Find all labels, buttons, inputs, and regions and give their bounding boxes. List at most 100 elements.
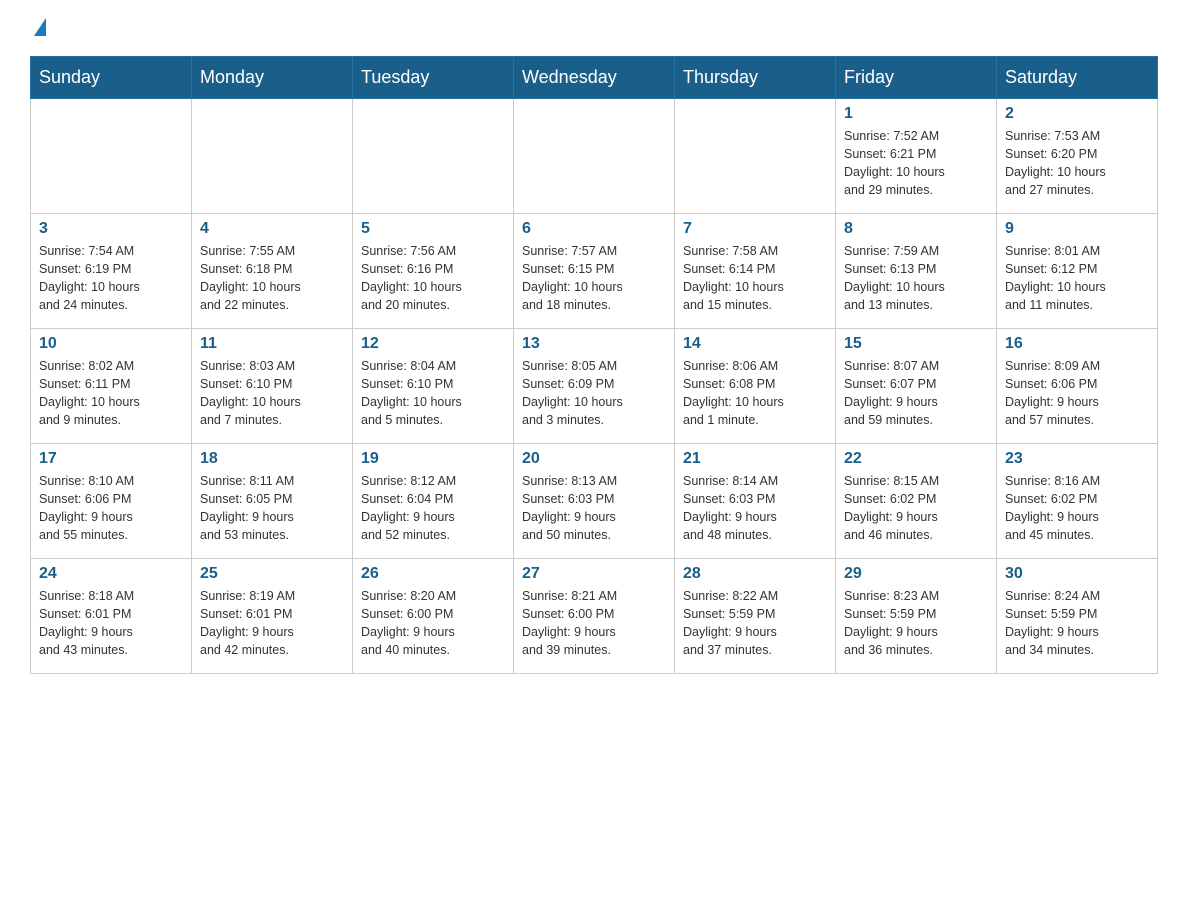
table-cell: 16Sunrise: 8:09 AM Sunset: 6:06 PM Dayli… (997, 329, 1158, 444)
day-number: 1 (844, 105, 988, 123)
day-number: 29 (844, 565, 988, 583)
table-cell: 22Sunrise: 8:15 AM Sunset: 6:02 PM Dayli… (836, 444, 997, 559)
table-cell: 26 Sunrise: 8:20 AM Sunset: 6:00 PM Dayli… (353, 559, 514, 674)
day-info: Sunrise: 8:07 AM Sunset: 6:07 PM Dayligh… (844, 357, 988, 430)
week-row-2: 3 Sunrise: 7:54 AM Sunset: 6:19 PM Daylig… (31, 214, 1158, 329)
day-info: Sunrise: 7:56 AM Sunset: 6:16 PM Dayligh… (361, 242, 505, 315)
day-info: Sunrise: 8:13 AM Sunset: 6:03 PM Dayligh… (522, 472, 666, 545)
header-sunday: Sunday (31, 57, 192, 99)
table-cell: 30 Sunrise: 8:24 AM Sunset: 5:59 PM Dayli… (997, 559, 1158, 674)
day-info: Sunrise: 8:23 AM Sunset: 5:59 PM Dayligh… (844, 587, 988, 660)
day-number: 28 (683, 565, 827, 583)
week-row-4: 17Sunrise: 8:10 AM Sunset: 6:06 PM Dayli… (31, 444, 1158, 559)
header-thursday: Thursday (675, 57, 836, 99)
day-info: Sunrise: 8:06 AM Sunset: 6:08 PM Dayligh… (683, 357, 827, 430)
table-cell: 7 Sunrise: 7:58 AM Sunset: 6:14 PM Daylig… (675, 214, 836, 329)
day-number: 2 (1005, 105, 1149, 123)
header-friday: Friday (836, 57, 997, 99)
table-cell: 9Sunrise: 8:01 AM Sunset: 6:12 PM Daylig… (997, 214, 1158, 329)
day-info: Sunrise: 8:03 AM Sunset: 6:10 PM Dayligh… (200, 357, 344, 430)
table-cell: 5 Sunrise: 7:56 AM Sunset: 6:16 PM Daylig… (353, 214, 514, 329)
table-cell: 13 Sunrise: 8:05 AM Sunset: 6:09 PM Dayli… (514, 329, 675, 444)
table-cell: 11 Sunrise: 8:03 AM Sunset: 6:10 PM Dayli… (192, 329, 353, 444)
day-info: Sunrise: 8:16 AM Sunset: 6:02 PM Dayligh… (1005, 472, 1149, 545)
day-number: 23 (1005, 450, 1149, 468)
day-info: Sunrise: 8:21 AM Sunset: 6:00 PM Dayligh… (522, 587, 666, 660)
table-cell (514, 99, 675, 214)
day-number: 13 (522, 335, 666, 353)
calendar-header-row: SundayMondayTuesdayWednesdayThursdayFrid… (31, 57, 1158, 99)
day-number: 16 (1005, 335, 1149, 353)
day-number: 8 (844, 220, 988, 238)
header-saturday: Saturday (997, 57, 1158, 99)
day-info: Sunrise: 7:57 AM Sunset: 6:15 PM Dayligh… (522, 242, 666, 315)
day-info: Sunrise: 8:15 AM Sunset: 6:02 PM Dayligh… (844, 472, 988, 545)
table-cell (192, 99, 353, 214)
day-number: 15 (844, 335, 988, 353)
table-cell: 20 Sunrise: 8:13 AM Sunset: 6:03 PM Dayli… (514, 444, 675, 559)
day-number: 4 (200, 220, 344, 238)
day-info: Sunrise: 8:12 AM Sunset: 6:04 PM Dayligh… (361, 472, 505, 545)
table-cell: 8 Sunrise: 7:59 AM Sunset: 6:13 PM Daylig… (836, 214, 997, 329)
day-number: 24 (39, 565, 183, 583)
day-info: Sunrise: 7:54 AM Sunset: 6:19 PM Dayligh… (39, 242, 183, 315)
day-number: 17 (39, 450, 183, 468)
day-info: Sunrise: 7:52 AM Sunset: 6:21 PM Dayligh… (844, 127, 988, 200)
day-number: 7 (683, 220, 827, 238)
day-info: Sunrise: 8:14 AM Sunset: 6:03 PM Dayligh… (683, 472, 827, 545)
table-cell: 21 Sunrise: 8:14 AM Sunset: 6:03 PM Dayli… (675, 444, 836, 559)
day-info: Sunrise: 8:22 AM Sunset: 5:59 PM Dayligh… (683, 587, 827, 660)
day-info: Sunrise: 8:20 AM Sunset: 6:00 PM Dayligh… (361, 587, 505, 660)
calendar-table: SundayMondayTuesdayWednesdayThursdayFrid… (30, 56, 1158, 674)
page-header (30, 20, 1158, 38)
table-cell: 10 Sunrise: 8:02 AM Sunset: 6:11 PM Dayli… (31, 329, 192, 444)
day-info: Sunrise: 8:02 AM Sunset: 6:11 PM Dayligh… (39, 357, 183, 430)
day-info: Sunrise: 7:59 AM Sunset: 6:13 PM Dayligh… (844, 242, 988, 315)
table-cell: 4 Sunrise: 7:55 AM Sunset: 6:18 PM Daylig… (192, 214, 353, 329)
table-cell: 15 Sunrise: 8:07 AM Sunset: 6:07 PM Dayli… (836, 329, 997, 444)
table-cell: 19 Sunrise: 8:12 AM Sunset: 6:04 PM Dayli… (353, 444, 514, 559)
logo (30, 20, 46, 38)
table-cell: 2 Sunrise: 7:53 AM Sunset: 6:20 PM Daylig… (997, 99, 1158, 214)
table-cell: 3 Sunrise: 7:54 AM Sunset: 6:19 PM Daylig… (31, 214, 192, 329)
day-number: 27 (522, 565, 666, 583)
week-row-1: 1 Sunrise: 7:52 AM Sunset: 6:21 PM Daylig… (31, 99, 1158, 214)
day-info: Sunrise: 8:11 AM Sunset: 6:05 PM Dayligh… (200, 472, 344, 545)
day-number: 20 (522, 450, 666, 468)
day-info: Sunrise: 7:53 AM Sunset: 6:20 PM Dayligh… (1005, 127, 1149, 200)
day-number: 18 (200, 450, 344, 468)
table-cell (31, 99, 192, 214)
day-number: 6 (522, 220, 666, 238)
table-cell: 23 Sunrise: 8:16 AM Sunset: 6:02 PM Dayli… (997, 444, 1158, 559)
day-info: Sunrise: 8:19 AM Sunset: 6:01 PM Dayligh… (200, 587, 344, 660)
day-number: 30 (1005, 565, 1149, 583)
day-number: 3 (39, 220, 183, 238)
table-cell: 28 Sunrise: 8:22 AM Sunset: 5:59 PM Dayli… (675, 559, 836, 674)
header-monday: Monday (192, 57, 353, 99)
day-number: 19 (361, 450, 505, 468)
day-number: 14 (683, 335, 827, 353)
table-cell: 29 Sunrise: 8:23 AM Sunset: 5:59 PM Dayli… (836, 559, 997, 674)
table-cell: 14 Sunrise: 8:06 AM Sunset: 6:08 PM Dayli… (675, 329, 836, 444)
table-cell: 1 Sunrise: 7:52 AM Sunset: 6:21 PM Daylig… (836, 99, 997, 214)
table-cell (353, 99, 514, 214)
day-number: 5 (361, 220, 505, 238)
day-number: 10 (39, 335, 183, 353)
day-info: Sunrise: 7:58 AM Sunset: 6:14 PM Dayligh… (683, 242, 827, 315)
table-cell: 24 Sunrise: 8:18 AM Sunset: 6:01 PM Dayli… (31, 559, 192, 674)
day-info: Sunrise: 8:05 AM Sunset: 6:09 PM Dayligh… (522, 357, 666, 430)
week-row-5: 24 Sunrise: 8:18 AM Sunset: 6:01 PM Dayli… (31, 559, 1158, 674)
day-number: 12 (361, 335, 505, 353)
day-info: Sunrise: 8:24 AM Sunset: 5:59 PM Dayligh… (1005, 587, 1149, 660)
day-info: Sunrise: 8:01 AM Sunset: 6:12 PM Dayligh… (1005, 242, 1149, 315)
table-cell (675, 99, 836, 214)
day-number: 21 (683, 450, 827, 468)
table-cell: 17Sunrise: 8:10 AM Sunset: 6:06 PM Dayli… (31, 444, 192, 559)
day-info: Sunrise: 7:55 AM Sunset: 6:18 PM Dayligh… (200, 242, 344, 315)
table-cell: 27 Sunrise: 8:21 AM Sunset: 6:00 PM Dayli… (514, 559, 675, 674)
day-info: Sunrise: 8:18 AM Sunset: 6:01 PM Dayligh… (39, 587, 183, 660)
header-wednesday: Wednesday (514, 57, 675, 99)
day-number: 11 (200, 335, 344, 353)
day-number: 26 (361, 565, 505, 583)
day-info: Sunrise: 8:04 AM Sunset: 6:10 PM Dayligh… (361, 357, 505, 430)
